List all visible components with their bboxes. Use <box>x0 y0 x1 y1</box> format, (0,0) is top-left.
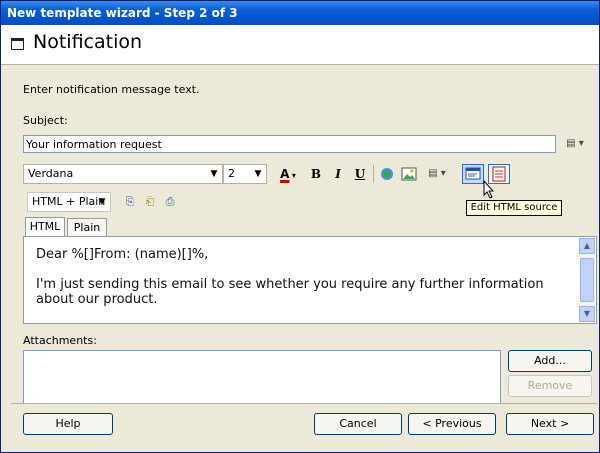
message-line-greeting: Dear %[]From: (name)[]%, <box>36 247 209 262</box>
attachments-label: Attachments: <box>23 334 97 347</box>
field-menu-icon[interactable]: ▤ ▾ <box>560 136 590 152</box>
attachments-list[interactable] <box>23 350 501 404</box>
format-select-value: HTML + Plain <box>32 195 106 208</box>
tab-plain[interactable]: Plain <box>67 218 107 237</box>
instruction-text: Enter notification message text. <box>23 83 200 96</box>
underline-icon[interactable]: U <box>351 164 369 184</box>
previous-button[interactable]: < Previous <box>408 413 496 435</box>
window-titlebar[interactable]: New template wizard - Step 2 of 3 <box>1 1 599 25</box>
next-button[interactable]: Next > <box>506 413 594 435</box>
chevron-down-icon: ▼ <box>254 169 262 179</box>
paste-icon[interactable]: ⎗ <box>141 192 159 212</box>
insert-menu-icon[interactable]: ▤ ▾ <box>422 164 452 184</box>
bold-icon[interactable]: B <box>307 164 325 184</box>
format-select[interactable]: HTML + Plain ▼ <box>27 192 111 212</box>
message-line-body: I'm just sending this email to see wheth… <box>36 277 544 307</box>
italic-icon[interactable]: I <box>329 164 347 184</box>
subject-label: Subject: <box>23 114 68 127</box>
font-color-glyph: A <box>280 167 290 181</box>
font-select[interactable]: Verdana ▼ <box>23 164 223 184</box>
size-select-value: 2 <box>228 167 235 180</box>
chevron-down-icon: ▼ <box>210 169 218 179</box>
size-select[interactable]: 2 ▼ <box>223 164 267 184</box>
remove-attachment-button[interactable]: Remove <box>508 375 592 397</box>
page-title: Notification <box>33 31 143 53</box>
tooltip-edit-html: Edit HTML source <box>466 200 562 216</box>
scroll-down-icon[interactable]: ▼ <box>579 306 595 322</box>
add-attachment-button[interactable]: Add... <box>508 350 592 372</box>
edit-html-source-icon[interactable] <box>462 164 484 184</box>
cancel-button[interactable]: Cancel <box>314 413 402 435</box>
scroll-up-icon[interactable]: ▲ <box>579 238 595 254</box>
toolbar-separator <box>373 165 374 183</box>
scroll-thumb[interactable] <box>580 258 594 302</box>
message-body[interactable]: Dear %[]From: (name)[]%, I'm just sendin… <box>36 247 576 307</box>
formatting-toolbar: Verdana ▼ 2 ▼ A ▾ B I U ▤ ▾ <box>23 164 599 186</box>
copy-icon[interactable]: ⎘ <box>121 192 139 212</box>
font-select-value: Verdana <box>28 167 74 180</box>
chevron-down-icon: ▼ <box>98 197 106 207</box>
link-icon[interactable] <box>378 164 396 184</box>
help-button[interactable]: Help <box>23 413 113 435</box>
image-icon[interactable] <box>400 164 418 184</box>
message-editor[interactable]: Dear %[]From: (name)[]%, I'm just sendin… <box>23 236 597 324</box>
tab-html[interactable]: HTML <box>25 217 65 237</box>
document-icon <box>11 38 24 50</box>
wizard-body: Enter notification message text. Subject… <box>1 66 599 452</box>
font-color-icon[interactable]: A ▾ <box>273 164 303 184</box>
wizard-window: New template wizard - Step 2 of 3 Notifi… <box>0 0 600 453</box>
editor-scrollbar[interactable]: ▲ ▼ <box>579 238 595 322</box>
mouse-pointer-icon <box>483 180 495 199</box>
subject-input[interactable]: Your information request <box>23 135 556 153</box>
footer-divider <box>11 403 597 404</box>
paste-special-icon[interactable]: ⎙ <box>161 192 179 212</box>
wizard-header: Notification <box>1 25 599 65</box>
